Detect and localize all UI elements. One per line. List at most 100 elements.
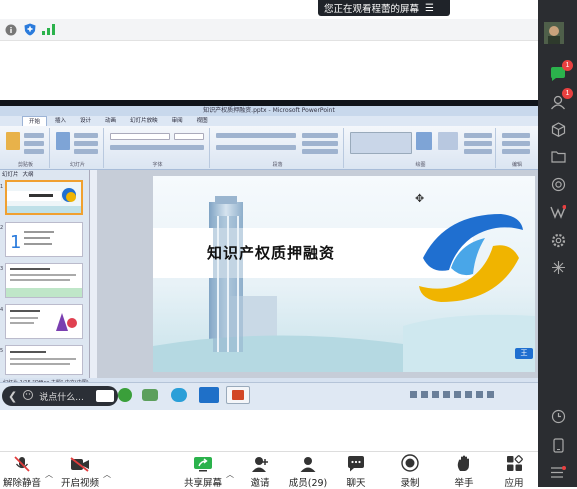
- chevron-up-icon[interactable]: ︿: [103, 469, 111, 480]
- app-icon-green[interactable]: [118, 388, 132, 402]
- company-logo-icon: [419, 214, 523, 302]
- top-bar: [0, 0, 538, 18]
- settings-gear-icon[interactable]: [548, 230, 568, 250]
- tab-view[interactable]: 视图: [191, 116, 214, 126]
- start-video-button[interactable]: 开启视频: [58, 456, 102, 489]
- group-label-clipboard: 剪贴板: [17, 162, 33, 168]
- meeting-status-bar: [0, 19, 538, 41]
- info-icon[interactable]: [4, 23, 17, 36]
- mouse-cursor-icon: ✥: [415, 192, 425, 205]
- group-label-editing: 编辑: [511, 162, 522, 168]
- timer-icon[interactable]: [548, 406, 568, 426]
- tab-animation[interactable]: 动画: [99, 116, 122, 126]
- signal-strength-icon[interactable]: [42, 23, 55, 36]
- cube-icon[interactable]: [548, 119, 568, 139]
- group-drawing: 绘图: [346, 128, 496, 168]
- unmute-button[interactable]: 解除静音: [0, 456, 44, 489]
- building-image: [213, 216, 243, 352]
- whiteboard-icon[interactable]: [548, 202, 568, 222]
- share-screen-icon: [193, 456, 213, 472]
- group-label-paragraph: 段落: [272, 162, 283, 168]
- camera-lens-icon[interactable]: [548, 174, 568, 194]
- app-icon-meeting[interactable]: [199, 387, 219, 403]
- powerpoint-window: 知识产权质押融资.pptx - Microsoft PowerPoint 开始 …: [0, 106, 538, 388]
- group-editing: 编辑: [498, 128, 536, 168]
- chat-icon[interactable]: 1: [548, 60, 573, 84]
- thumb-number: 2: [0, 225, 4, 231]
- apps-grid-icon: [506, 455, 523, 472]
- chevron-left-icon[interactable]: ❮: [8, 390, 17, 403]
- screen-share-banner: 您正在观看程蕾的屏幕 ☰: [318, 0, 450, 16]
- record-icon: [401, 454, 419, 472]
- slide-thumb-5[interactable]: [5, 345, 83, 375]
- members-icon: [299, 456, 317, 472]
- chat-badge: 1: [562, 60, 573, 71]
- slide-thumb-1[interactable]: [5, 180, 83, 215]
- slide-thumbnail-pane: 幻灯片 大纲 1 2 1 3 4 5: [0, 170, 90, 378]
- tab-slideshow[interactable]: 幻灯片放映: [124, 116, 164, 126]
- meeting-toolbar: 解除静音 ︿ 开启视频 ︿ 共享屏幕 ︿ 邀请 成员(29) 聊天 录制 举手 …: [0, 451, 538, 489]
- tab-design[interactable]: 设计: [74, 116, 97, 126]
- tab-review[interactable]: 审阅: [166, 116, 189, 126]
- security-shield-icon[interactable]: [23, 23, 36, 36]
- slide-editing-area: 知识产权质押融资 ✥ 王: [97, 170, 538, 378]
- slide-thumb-2[interactable]: 1: [5, 222, 83, 257]
- send-box[interactable]: [96, 390, 114, 402]
- panel-tabs: 幻灯片 大纲: [2, 170, 34, 178]
- more-menu-icon[interactable]: [548, 462, 568, 482]
- menu-icon[interactable]: ☰: [425, 3, 434, 14]
- system-tray-icons[interactable]: [410, 391, 520, 399]
- panel-tab-slides[interactable]: 幻灯片: [2, 170, 19, 178]
- phone-device-icon[interactable]: [548, 435, 568, 455]
- chat-quick-input[interactable]: ❮ 说点什么...: [2, 386, 118, 406]
- current-slide[interactable]: 知识产权质押融资 ✥ 王: [153, 176, 535, 372]
- chat-emoji-icon[interactable]: [23, 389, 34, 403]
- slide-thumb-4[interactable]: [5, 304, 83, 339]
- tab-home[interactable]: 开始: [22, 116, 48, 126]
- group-clipboard: 剪贴板: [2, 128, 50, 168]
- group-label-slides: 幻灯片: [69, 162, 85, 168]
- ppt-title-bar: 知识产权质押融资.pptx - Microsoft PowerPoint: [0, 106, 538, 116]
- chevron-up-icon[interactable]: ︿: [226, 469, 234, 480]
- chat-input-placeholder[interactable]: 说点什么...: [39, 390, 84, 403]
- raise-hand-icon: [456, 455, 472, 472]
- app-icon-powerpoint[interactable]: [226, 386, 250, 404]
- contacts-icon[interactable]: 1: [548, 88, 573, 112]
- apps-button[interactable]: 应用: [492, 455, 536, 489]
- ribbon: 剪贴板 幻灯片 字体 段落 绘图 编辑: [0, 126, 538, 170]
- slide-thumb-3[interactable]: [5, 263, 83, 298]
- thumb-number: 5: [0, 348, 4, 354]
- mic-muted-icon: [14, 456, 30, 472]
- participant-video-thumbnail[interactable]: [544, 22, 564, 44]
- chat-button[interactable]: 聊天: [334, 456, 378, 489]
- svg-text:1: 1: [10, 232, 21, 253]
- contacts-badge: 1: [562, 88, 573, 99]
- group-paragraph: 段落: [212, 128, 344, 168]
- thumb-number: 4: [0, 307, 4, 313]
- video-off-icon: [70, 456, 90, 472]
- sparkle-icon[interactable]: [548, 257, 568, 277]
- group-label-font: 字体: [152, 162, 163, 168]
- right-sidebar: 1 1: [538, 0, 577, 487]
- chat-bubble-icon: [347, 456, 365, 472]
- share-screen-button[interactable]: 共享屏幕: [181, 456, 225, 489]
- invite-user-icon: [251, 456, 269, 472]
- invite-button[interactable]: 邀请: [238, 456, 282, 489]
- annotation-avatar-icon: 王: [515, 348, 533, 359]
- app-icon-browser[interactable]: [171, 388, 187, 402]
- raise-hand-button[interactable]: 举手: [442, 455, 486, 489]
- record-button[interactable]: 录制: [388, 454, 432, 489]
- thumb-number: 1: [0, 184, 4, 190]
- slide-title[interactable]: 知识产权质押融资: [207, 242, 335, 263]
- app-icon-wechat[interactable]: [142, 389, 158, 401]
- chevron-up-icon[interactable]: ︿: [45, 469, 53, 480]
- banner-text: 您正在观看程蕾的屏幕: [324, 4, 420, 15]
- members-button[interactable]: 成员(29): [286, 456, 330, 489]
- tab-insert[interactable]: 插入: [49, 116, 72, 126]
- thumb-number: 3: [0, 266, 4, 272]
- group-slides: 幻灯片: [52, 128, 104, 168]
- group-label-drawing: 绘图: [415, 162, 426, 168]
- panel-tab-outline[interactable]: 大纲: [23, 170, 34, 178]
- folder-icon[interactable]: [548, 146, 568, 166]
- group-font: 字体: [106, 128, 210, 168]
